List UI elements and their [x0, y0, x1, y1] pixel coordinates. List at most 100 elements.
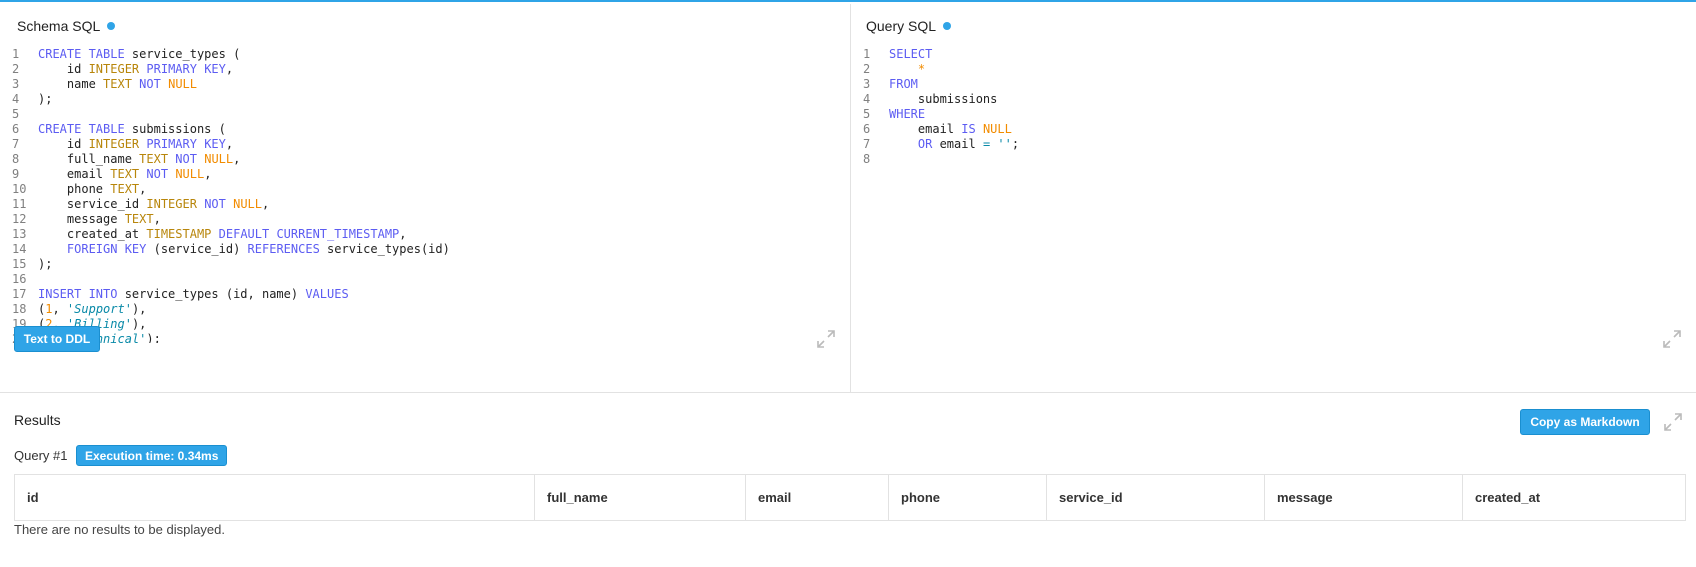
code-line: 13 created_at TIMESTAMP DEFAULT CURRENT_… — [12, 227, 840, 242]
schema-editor[interactable]: 1 CREATE TABLE service_types ( 2 id INTEGE… — [12, 47, 840, 343]
results-title: Results — [14, 412, 61, 428]
code-text: full_name TEXT NOT NULL, — [38, 152, 241, 166]
column-header: message — [1264, 474, 1463, 521]
expand-icon[interactable] — [1661, 328, 1683, 350]
line-number: 2 — [12, 62, 20, 76]
line-number: 1 — [863, 47, 871, 61]
execution-time-badge: Execution time: 0.34ms — [76, 445, 228, 466]
line-number: 8 — [12, 152, 20, 166]
code-text: message TEXT, — [38, 212, 161, 226]
code-line: 4); — [12, 92, 840, 107]
code-line: 5 WHERE — [863, 107, 1686, 122]
copy-as-markdown-button[interactable]: Copy as Markdown — [1520, 409, 1650, 435]
text-to-ddl-button[interactable]: Text to DDL — [14, 326, 100, 352]
code-line: 5 — [12, 107, 840, 122]
code-line: 19 (2, 'Billing'), — [12, 317, 840, 332]
results-table: id full_name email phone service_id mess… — [14, 474, 1686, 521]
code-line: 7 id INTEGER PRIMARY KEY, — [12, 137, 840, 152]
status-dot — [943, 22, 952, 30]
column-header: service_id — [1046, 474, 1265, 521]
code-line: 4 submissions — [863, 92, 1686, 107]
query-title-text: Query SQL — [866, 18, 937, 34]
code-text: created_at TIMESTAMP DEFAULT CURRENT_TIM… — [38, 227, 407, 241]
code-text: service_id INTEGER NOT NULL, — [38, 197, 270, 211]
schema-title-text: Schema SQL — [17, 18, 101, 34]
schema-title: Schema SQL — [17, 18, 116, 34]
code-line: 7 OR email = ''; — [863, 137, 1686, 152]
column-header: id — [14, 474, 535, 521]
line-number: 4 — [12, 92, 20, 106]
code-text: phone TEXT, — [38, 182, 147, 196]
code-line: 8 full_name TEXT NOT NULL, — [12, 152, 840, 167]
query-editor[interactable]: 1 SELECT 2 * 3 FROM 4 submissions 5 WHERE 6 emai… — [863, 47, 1686, 343]
code-text: email TEXT NOT NULL, — [38, 167, 212, 181]
code-text: CREATE TABLE submissions ( — [38, 122, 226, 136]
empty-results-message: There are no results to be displayed. — [14, 522, 226, 537]
code-line: 3 name TEXT NOT NULL — [12, 77, 840, 92]
code-text: FOREIGN KEY (service_id) REFERENCES serv… — [66, 242, 450, 256]
code-text: ); — [38, 257, 53, 271]
code-text: submissions — [889, 92, 998, 106]
query-title: Query SQL — [866, 18, 952, 34]
query-pane: Query SQL 1 SELECT 2 * 3 FROM 4 submissions 5 W… — [851, 4, 1696, 392]
column-header: phone — [888, 474, 1047, 521]
code-text: OR email = ''; — [917, 137, 1020, 151]
code-text: id INTEGER PRIMARY KEY, — [38, 62, 234, 76]
line-number: 12 — [12, 212, 27, 226]
column-header: email — [745, 474, 889, 521]
line-number: 7 — [863, 137, 871, 151]
code-line: 1 CREATE TABLE service_types ( — [12, 47, 840, 62]
line-number: 15 — [12, 257, 27, 271]
line-number: 2 — [863, 62, 871, 76]
code-line: 9 email TEXT NOT NULL, — [12, 167, 840, 182]
code-line: 20(3, 'Technical'); — [12, 332, 840, 343]
line-number: 16 — [12, 272, 27, 286]
line-number: 4 — [863, 92, 871, 106]
line-number: 18 — [12, 302, 27, 316]
code-text: (1, 'Support'), — [38, 302, 147, 316]
line-number: 6 — [863, 122, 871, 136]
expand-icon[interactable] — [1662, 411, 1684, 433]
code-line: 1 SELECT — [863, 47, 1686, 62]
code-line: 10 phone TEXT, — [12, 182, 840, 197]
code-text: id INTEGER PRIMARY KEY, — [38, 137, 234, 151]
code-text: ); — [38, 92, 53, 106]
line-number: 5 — [12, 107, 20, 121]
expand-icon[interactable] — [815, 328, 837, 350]
query-label: Query #1 — [14, 448, 68, 463]
line-number: 17 — [12, 287, 27, 301]
code-line: 6 CREATE TABLE submissions ( — [12, 122, 840, 137]
line-number: 3 — [12, 77, 20, 91]
code-text: name TEXT NOT NULL — [38, 77, 197, 91]
code-line: 17 INSERT INTO service_types (id, name) V… — [12, 287, 840, 302]
table-header-row: id full_name email phone service_id mess… — [14, 474, 1686, 521]
line-number: 11 — [12, 197, 27, 211]
line-number: 6 — [12, 122, 20, 136]
line-number: 8 — [863, 152, 871, 166]
editor-area: Schema SQL 1 CREATE TABLE service_types (… — [0, 4, 1696, 393]
schema-pane: Schema SQL 1 CREATE TABLE service_types (… — [0, 4, 851, 392]
code-line: 11 service_id INTEGER NOT NULL, — [12, 197, 840, 212]
line-number: 1 — [12, 47, 20, 61]
line-number: 13 — [12, 227, 27, 241]
code-line: 16 — [12, 272, 840, 287]
code-line: 12 message TEXT, — [12, 212, 840, 227]
code-text: INSERT INTO service_types (id, name) VAL… — [38, 287, 349, 301]
line-number: 14 — [12, 242, 27, 256]
results-panel: Results Copy as Markdown Query #1 Execut… — [0, 394, 1696, 567]
code-text: email IS NULL — [889, 122, 1012, 136]
code-text: CREATE TABLE service_types ( — [38, 47, 241, 61]
line-number: 10 — [12, 182, 27, 196]
line-number: 7 — [12, 137, 20, 151]
column-header: created_at — [1462, 474, 1686, 521]
code-line: 6 email IS NULL — [863, 122, 1686, 137]
code-text: SELECT — [889, 47, 933, 61]
code-text: * — [917, 62, 926, 76]
code-line: 8 — [863, 152, 1686, 167]
code-line: 15); — [12, 257, 840, 272]
code-line: 18 (1, 'Support'), — [12, 302, 840, 317]
code-text: WHERE — [889, 107, 926, 121]
line-number: 5 — [863, 107, 871, 121]
column-header: full_name — [534, 474, 746, 521]
line-number: 3 — [863, 77, 871, 91]
